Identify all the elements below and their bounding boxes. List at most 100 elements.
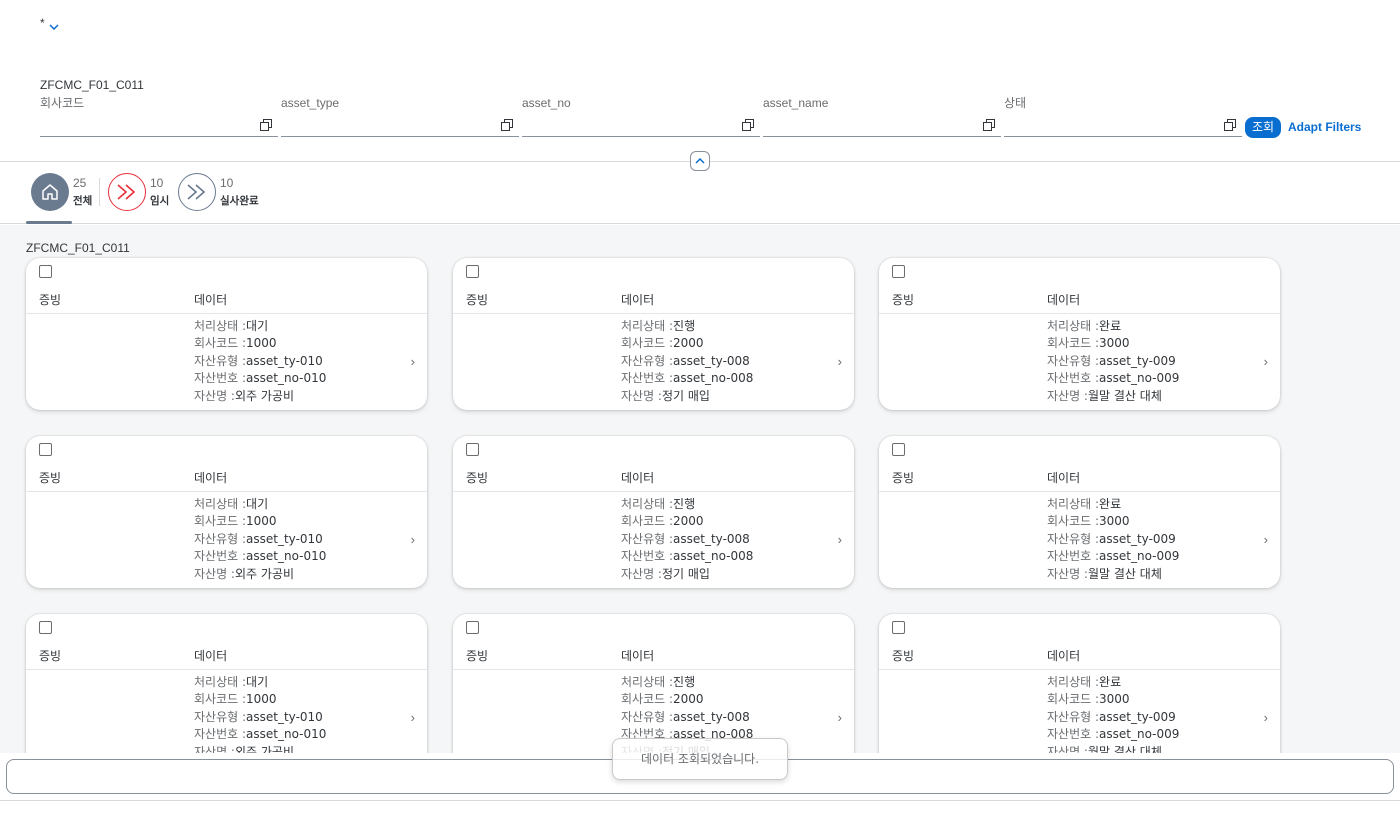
card-checkbox[interactable] (39, 265, 52, 278)
filter-company-code: 회사코드 (40, 95, 278, 137)
adapt-filters-button[interactable]: Adapt Filters (1288, 120, 1361, 134)
asset-type-input[interactable] (281, 115, 519, 137)
card-field-type: 자산유형 :asset_ty-008 (621, 709, 753, 726)
card-field-number: 자산번호 :asset_no-010 (194, 548, 326, 565)
field-label: 처리상태 : (194, 319, 247, 333)
collapse-header-button[interactable] (690, 151, 710, 171)
card-field-name: 자산명 :정기 매입 (621, 566, 753, 583)
asset-card[interactable]: 증빙 데이터 처리상태 :대기 회사코드 :1000 자산유형 :asset_ty-01… (26, 614, 427, 753)
asset-card[interactable]: 증빙 데이터 처리상태 :완료 회사코드 :3000 자산유형 :asset_ty-00… (879, 436, 1280, 588)
card-checkbox[interactable] (466, 621, 479, 634)
filter-asset-no: asset_no (522, 95, 760, 137)
field-value: 대기 (246, 675, 269, 689)
card-divider (453, 491, 854, 492)
asset-card[interactable]: 증빙 데이터 처리상태 :완료 회사코드 :3000 자산유형 :asset_ty-00… (879, 614, 1280, 753)
field-label: 회사코드 : (194, 692, 247, 707)
field-value: 대기 (246, 319, 269, 333)
tab-separator (99, 178, 100, 206)
asset-card[interactable]: 증빙 데이터 처리상태 :완료 회사코드 :3000 자산유형 :asset_ty-00… (879, 258, 1280, 410)
asset-card[interactable]: 증빙 데이터 처리상태 :대기 회사코드 :1000 자산유형 :asset_ty-01… (26, 436, 427, 588)
status-input[interactable] (1004, 115, 1242, 137)
field-value: asset_no-009 (1099, 549, 1180, 564)
chevron-right-icon[interactable]: › (838, 532, 842, 547)
asset-card[interactable]: 증빙 데이터 처리상태 :진행 회사코드 :2000 자산유형 :asset_ty-00… (453, 258, 854, 410)
variant-label: * (40, 16, 45, 30)
asset-name-input[interactable] (763, 115, 1001, 137)
filterbar-title: ZFCMC_F01_C011 (40, 78, 144, 92)
card-field-type: 자산유형 :asset_ty-009 (1047, 353, 1179, 370)
field-value: 3000 (1099, 514, 1130, 529)
card-checkbox[interactable] (466, 443, 479, 456)
footer-divider (0, 800, 1400, 801)
field-value: asset_no-010 (246, 727, 327, 742)
value-help-icon[interactable] (501, 119, 513, 131)
field-value: asset_ty-009 (1099, 353, 1176, 368)
field-value: 1000 (246, 514, 277, 529)
chevron-right-icon[interactable]: › (411, 354, 415, 369)
card-divider (879, 491, 1280, 492)
go-button[interactable]: 조회 (1245, 117, 1281, 138)
card-field-status: 처리상태 :진행 (621, 318, 753, 335)
value-help-icon[interactable] (742, 119, 754, 131)
tab-label: 실사완료 (220, 195, 259, 207)
asset-no-input[interactable] (522, 115, 760, 137)
value-help-icon[interactable] (1224, 119, 1236, 131)
field-value: asset_no-010 (246, 549, 327, 564)
field-label: 자산번호 : (1047, 371, 1100, 386)
chevron-right-icon[interactable]: › (838, 354, 842, 369)
company-code-input[interactable] (40, 115, 278, 137)
tab-all[interactable]: 25 전체 (31, 172, 92, 212)
chevron-right-icon[interactable]: › (411, 710, 415, 725)
column-header-data: 데이터 (621, 649, 655, 663)
field-value: 2000 (673, 692, 704, 707)
asset-card[interactable]: 증빙 데이터 처리상태 :진행 회사코드 :2000 자산유형 :asset_ty-00… (453, 614, 854, 753)
field-value: 3000 (1099, 692, 1130, 707)
tab-label: 임시 (150, 195, 170, 207)
card-field-number: 자산번호 :asset_no-009 (1047, 370, 1179, 387)
field-label: 자산명 : (1047, 388, 1088, 403)
asset-card[interactable]: 증빙 데이터 처리상태 :대기 회사코드 :1000 자산유형 :asset_ty-01… (26, 258, 427, 410)
filter-label: asset_no (522, 96, 571, 110)
card-checkbox[interactable] (466, 265, 479, 278)
field-value: 2000 (673, 336, 704, 351)
card-checkbox[interactable] (39, 443, 52, 456)
card-divider (453, 669, 854, 670)
card-checkbox[interactable] (892, 443, 905, 456)
card-checkbox[interactable] (39, 621, 52, 634)
chevron-right-icon[interactable]: › (1264, 354, 1268, 369)
chevron-right-icon[interactable]: › (411, 532, 415, 547)
tab-completed[interactable]: 10 실사완료 (178, 172, 259, 212)
card-divider (26, 313, 427, 314)
card-field-company: 회사코드 :2000 (621, 691, 753, 708)
field-label: 처리상태 : (194, 675, 247, 689)
asset-card[interactable]: 증빙 데이터 처리상태 :진행 회사코드 :2000 자산유형 :asset_ty-00… (453, 436, 854, 588)
column-header-data: 데이터 (1047, 471, 1081, 485)
card-field-type: 자산유형 :asset_ty-008 (621, 353, 753, 370)
filter-label: 상태 (1004, 96, 1027, 110)
field-label: 자산유형 : (1047, 531, 1100, 546)
column-header-evidence: 증빙 (892, 649, 915, 663)
tab-temporary[interactable]: 10 임시 (108, 172, 169, 212)
field-value: asset_ty-009 (1099, 709, 1176, 724)
chevron-right-icon[interactable]: › (1264, 532, 1268, 547)
card-checkbox[interactable] (892, 621, 905, 634)
field-value: 정기 매입 (661, 566, 710, 581)
card-field-company: 회사코드 :1000 (194, 513, 326, 530)
card-checkbox[interactable] (892, 265, 905, 278)
selected-tab-indicator (26, 221, 72, 224)
card-fields: 처리상태 :완료 회사코드 :3000 자산유형 :asset_ty-009 자산번호… (1047, 496, 1179, 583)
card-field-status: 처리상태 :완료 (1047, 674, 1179, 691)
field-value: asset_no-009 (1099, 371, 1180, 386)
fast-forward-icon (178, 173, 216, 211)
field-label: 회사코드 : (621, 336, 674, 351)
field-value: 월말 결산 대체 (1087, 566, 1162, 581)
chevron-right-icon[interactable]: › (838, 710, 842, 725)
value-help-icon[interactable] (983, 119, 995, 131)
field-value: 완료 (1099, 319, 1122, 333)
field-label: 자산번호 : (621, 549, 674, 564)
card-field-type: 자산유형 :asset_ty-010 (194, 709, 326, 726)
variant-selector[interactable]: * (40, 16, 59, 33)
value-help-icon[interactable] (260, 119, 272, 131)
chevron-right-icon[interactable]: › (1264, 710, 1268, 725)
field-label: 회사코드 : (194, 336, 247, 351)
